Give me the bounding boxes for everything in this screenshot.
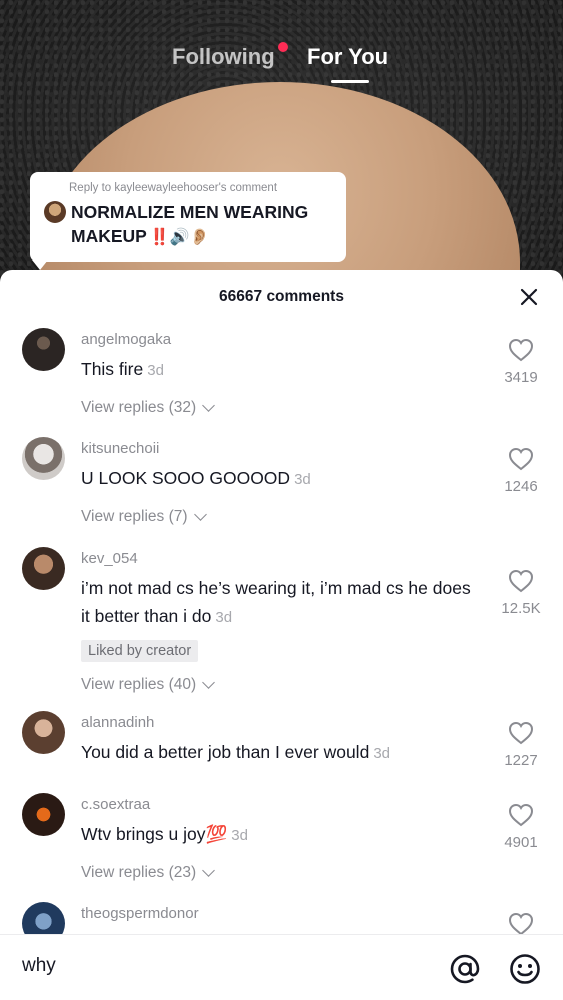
comment-item: c.soextraa Wtv brings u joy💯 3d View repl… [0,789,563,898]
heart-outline-icon [508,338,534,362]
tab-for-you-indicator [331,80,369,83]
comment-username[interactable]: c.soextraa [81,789,483,815]
comment-text: You did a better job than I ever would [81,742,370,762]
comment-input-bar [0,934,563,1000]
like-button[interactable]: 3419 [491,338,551,386]
comment-username[interactable]: kitsunechoii [81,433,483,459]
like-count: 3419 [504,369,538,386]
comments-sheet: 66667 comments angelmogaka This fire 3d V… [0,270,563,1000]
tab-for-you[interactable]: For You [307,44,388,70]
comment-text: i’m not mad cs he’s wearing it, i’m mad … [81,578,471,626]
comment-text: Wtv brings u joy💯 [81,824,228,844]
comment-item: kev_054 i’m not mad cs he’s wearing it, … [0,543,563,707]
view-replies-button[interactable]: View replies (40) [81,676,216,694]
comment-time: 3d [215,609,233,626]
comments-header: 66667 comments [0,270,563,324]
avatar[interactable] [22,793,65,836]
like-count: 4901 [504,834,538,851]
comment-username[interactable]: theogspermdonor [81,898,483,924]
comment-username[interactable]: kev_054 [81,543,483,569]
heart-outline-icon [508,721,534,745]
like-button[interactable]: 12.5K [491,569,551,617]
comment-item: alannadinh You did a better job than I e… [0,707,563,789]
like-button[interactable] [491,912,551,934]
comment-time: 3d [294,471,311,488]
comment-username[interactable]: angelmogaka [81,324,483,350]
view-replies-button[interactable]: View replies (32) [81,399,216,417]
like-button[interactable]: 1246 [491,447,551,495]
chevron-down-icon [193,508,207,521]
liked-by-creator-badge: Liked by creator [81,640,199,662]
reply-text-line1: NORMALIZE MEN WEARING [71,202,309,222]
avatar[interactable] [22,328,65,371]
chevron-down-icon [202,864,216,877]
comment-input[interactable] [22,955,422,977]
comment-time: 3d [147,362,164,379]
comment-list[interactable]: angelmogaka This fire 3d View replies (32… [0,324,563,934]
heart-outline-icon [508,912,534,934]
reply-emoji: ‼️🔊👂🏼 [149,229,210,246]
heart-outline-icon [508,569,534,593]
comment-item: theogspermdonor [0,898,563,934]
comment-item: angelmogaka This fire 3d View replies (32… [0,324,563,433]
comment-text: This fire [81,359,144,379]
like-count: 1227 [504,752,538,769]
view-replies-label: View replies (32) [81,399,197,416]
heart-outline-icon [508,803,534,827]
avatar[interactable] [22,711,65,754]
comment-item: kitsunechoii U LOOK SOOO GOOOOD 3d View r… [0,433,563,543]
reply-text-line2: MAKEUP [71,226,147,246]
reply-comment-sticker: Reply to kayleewayleehooser's comment NO… [30,172,346,270]
at-icon[interactable] [448,952,482,986]
chevron-down-icon [202,676,216,689]
top-navigation: Following For You [0,42,563,86]
reply-to-label: Reply to kayleewayleehooser's comment [69,182,278,194]
close-icon[interactable] [519,287,539,307]
view-replies-label: View replies (7) [81,508,188,525]
heart-outline-icon [508,447,534,471]
view-replies-button[interactable]: View replies (7) [81,508,207,526]
tab-following[interactable]: Following [172,44,275,70]
reply-avatar [44,201,66,223]
emoji-icon[interactable] [508,952,542,986]
view-replies-button[interactable]: View replies (23) [81,864,216,882]
like-count: 12.5K [501,600,541,617]
chevron-down-icon [202,399,216,412]
like-count: 1246 [504,478,538,495]
view-replies-label: View replies (23) [81,864,197,881]
following-notification-dot [278,42,288,52]
like-button[interactable]: 4901 [491,803,551,851]
comment-text: U LOOK SOOO GOOOOD [81,468,291,488]
view-replies-label: View replies (40) [81,676,197,693]
comment-count: 66667 comments [219,288,344,305]
comment-time: 3d [231,827,248,844]
like-button[interactable]: 1227 [491,721,551,769]
avatar[interactable] [22,902,65,934]
avatar[interactable] [22,547,65,590]
comment-time: 3d [373,745,390,762]
avatar[interactable] [22,437,65,480]
comment-username[interactable]: alannadinh [81,707,483,733]
